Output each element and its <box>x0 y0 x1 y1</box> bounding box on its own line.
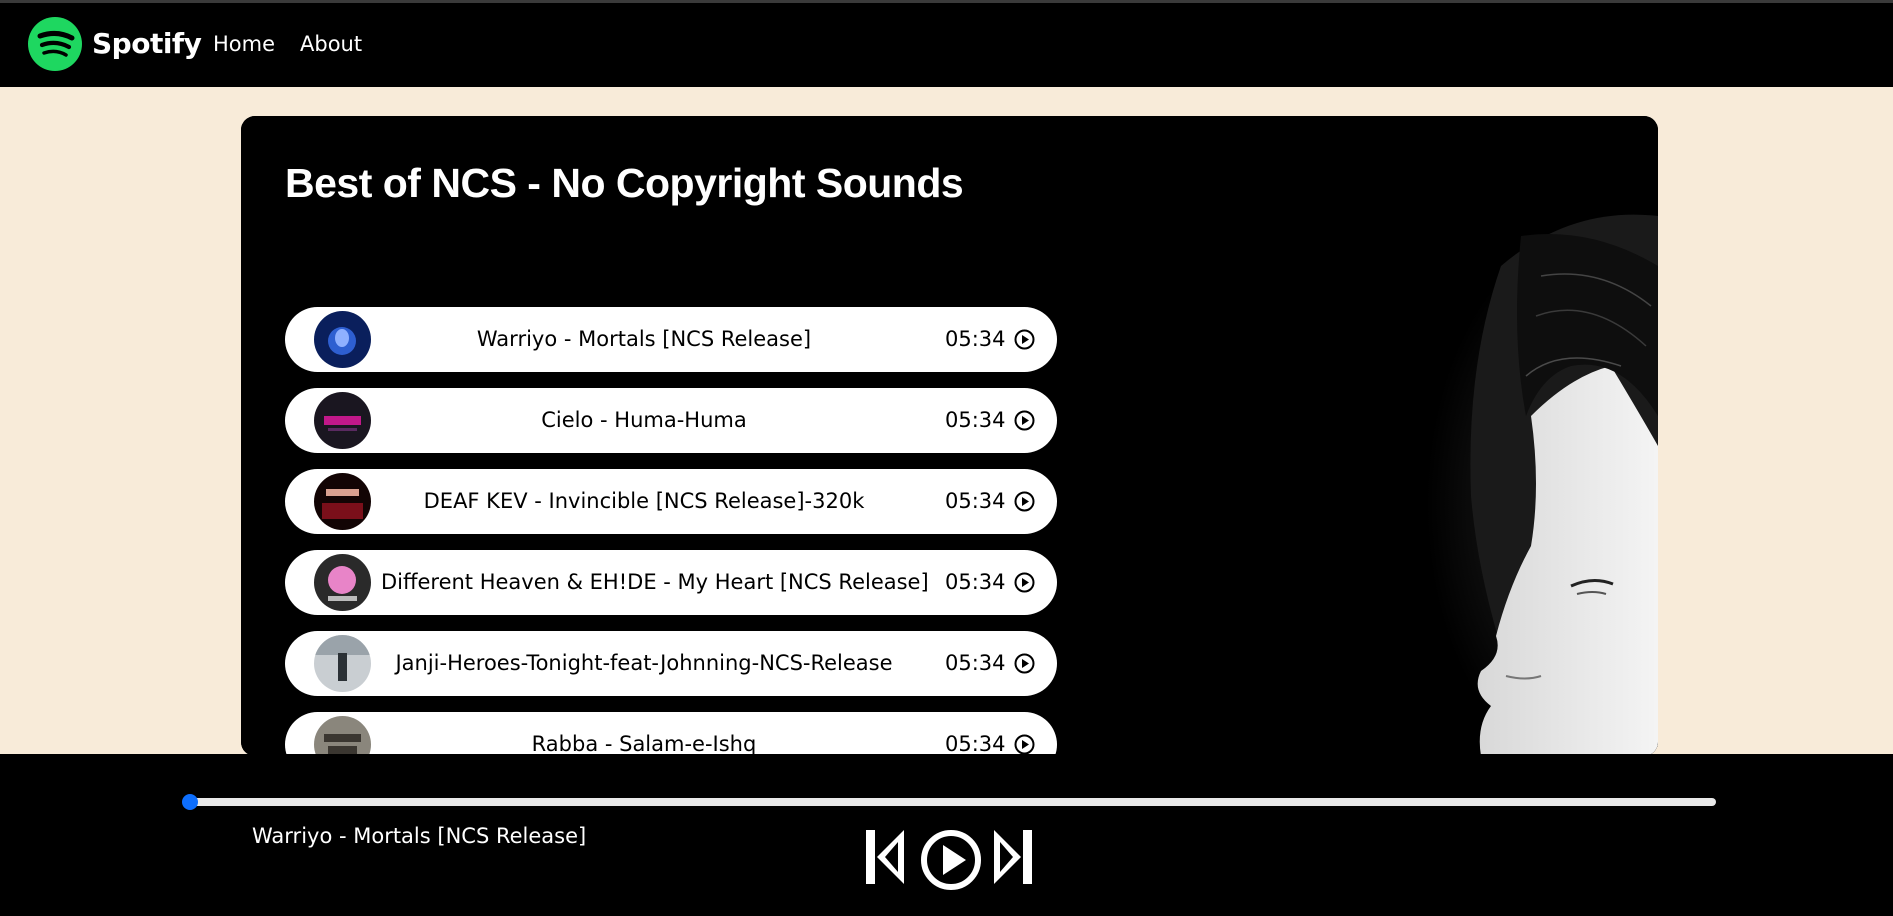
song-item[interactable]: Janji-Heroes-Tonight-feat-Johnning-NCS-R… <box>285 631 1057 696</box>
song-name: DEAF KEV - Invincible [NCS Release]-320k <box>423 489 865 513</box>
song-item[interactable]: DEAF KEV - Invincible [NCS Release]-320k… <box>285 469 1057 534</box>
song-cover-image <box>314 392 371 449</box>
song-name: Different Heaven & EH!DE - My Heart [NCS… <box>381 570 929 594</box>
song-cover-image <box>314 635 371 692</box>
nav-link-about[interactable]: About <box>300 32 362 56</box>
now-playing-title: Warriyo - Mortals [NCS Release] <box>252 824 587 848</box>
song-duration: 05:34 <box>945 408 1006 432</box>
song-list: Warriyo - Mortals [NCS Release] 05:34 Ci… <box>285 307 1057 756</box>
song-item[interactable]: Cielo - Huma-Huma 05:34 <box>285 388 1057 453</box>
progress-thumb[interactable] <box>182 794 198 810</box>
song-duration: 05:34 <box>945 732 1006 756</box>
play-circle-icon[interactable] <box>1014 734 1035 755</box>
progress-slider[interactable] <box>182 794 1716 810</box>
play-circle-icon[interactable] <box>1014 572 1035 593</box>
song-name: Cielo - Huma-Huma <box>541 408 747 432</box>
play-circle-icon[interactable] <box>1014 491 1035 512</box>
song-item[interactable]: Warriyo - Mortals [NCS Release] 05:34 <box>285 307 1057 372</box>
play-circle-icon[interactable] <box>919 828 983 892</box>
main-container: Best of NCS - No Copyright Sounds Warriy… <box>241 116 1658 756</box>
progress-track <box>190 798 1716 806</box>
skip-back-icon[interactable] <box>864 828 906 886</box>
skip-forward-icon[interactable] <box>992 828 1034 886</box>
navbar: Spotify Home About <box>0 3 1893 87</box>
song-item[interactable]: Rabba - Salam-e-Ishq 05:34 <box>285 712 1057 756</box>
song-cover-image <box>314 473 371 530</box>
player-bar: Warriyo - Mortals [NCS Release] <box>0 754 1893 916</box>
play-circle-icon[interactable] <box>1014 653 1035 674</box>
page-title: Best of NCS - No Copyright Sounds <box>285 160 964 206</box>
play-circle-icon[interactable] <box>1014 410 1035 431</box>
play-circle-icon[interactable] <box>1014 329 1035 350</box>
song-duration: 05:34 <box>945 327 1006 351</box>
brand-name[interactable]: Spotify <box>92 27 202 60</box>
song-cover-image <box>314 554 371 611</box>
song-duration: 05:34 <box>945 570 1006 594</box>
nav-link-home[interactable]: Home <box>213 32 275 56</box>
song-name: Janji-Heroes-Tonight-feat-Johnning-NCS-R… <box>395 651 893 675</box>
song-name: Rabba - Salam-e-Ishq <box>531 732 757 756</box>
song-cover-image <box>314 716 371 756</box>
playback-controls <box>864 828 1034 894</box>
song-name: Warriyo - Mortals [NCS Release] <box>476 327 812 351</box>
song-item[interactable]: Different Heaven & EH!DE - My Heart [NCS… <box>285 550 1057 615</box>
song-duration: 05:34 <box>945 489 1006 513</box>
song-duration: 05:34 <box>945 651 1006 675</box>
song-cover-image <box>314 311 371 368</box>
spotify-logo-icon[interactable] <box>28 17 82 71</box>
